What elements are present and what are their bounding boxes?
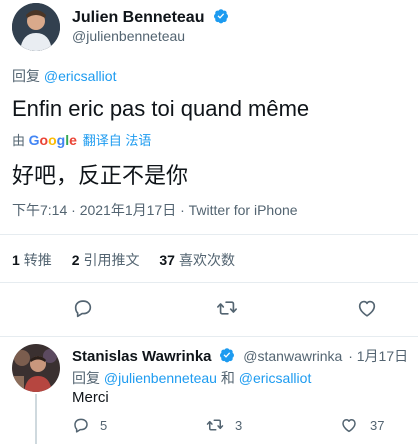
reply-to-link[interactable]: @ericsalliot	[239, 370, 312, 386]
reply-author-name[interactable]: Stanislas Wawrinka	[72, 348, 212, 365]
reply-button[interactable]	[72, 297, 94, 319]
verified-badge-icon	[213, 8, 229, 29]
retweet-icon	[206, 419, 224, 431]
verified-badge-icon	[219, 347, 235, 366]
tweet-timestamp[interactable]: 下午7:14 · 2021年1月17日 · Twitter for iPhone	[12, 200, 298, 220]
retweet-icon	[217, 301, 237, 315]
author-avatar[interactable]	[12, 3, 60, 51]
translation-label[interactable]: 翻译自 法语	[83, 133, 152, 148]
author-name[interactable]: Julien Benneteau	[72, 9, 204, 26]
reply-like-button[interactable]: 37	[340, 416, 384, 434]
like-button[interactable]	[356, 297, 378, 319]
author-handle[interactable]: @julienbenneteau	[72, 28, 185, 44]
translation-by: 由	[12, 133, 26, 148]
divider	[0, 234, 418, 235]
reply-text: Merci	[72, 389, 109, 406]
reply-retweet-button[interactable]: 3	[205, 416, 242, 434]
reply-context: 回复 @julienbenneteau 和 @ericsalliot	[72, 368, 311, 388]
retweet-button[interactable]	[215, 297, 239, 319]
stat-quotes[interactable]: 2 引用推文	[72, 252, 144, 268]
reply-and: 和	[220, 370, 235, 386]
google-logo: Google	[28, 132, 77, 148]
divider	[0, 282, 418, 283]
reply-count: 5	[100, 417, 108, 433]
reply-prefix: 回复	[72, 370, 100, 386]
stats-row: 1 转推 2 引用推文 37 喜欢次数	[12, 250, 235, 270]
like-icon	[342, 419, 356, 433]
reply-author-avatar[interactable]	[12, 344, 60, 392]
reply-icon	[74, 300, 92, 318]
like-count: 37	[370, 417, 385, 433]
reply-prefix: 回复	[12, 68, 40, 84]
reply-icon	[74, 418, 88, 433]
reply-date[interactable]: · 1月17日	[348, 348, 408, 364]
translation-attribution: 由 Google 翻译自 法语	[12, 130, 151, 148]
reply-header: Stanislas Wawrinka @stanwawrinka · 1月17日	[72, 346, 408, 366]
retweet-count: 3	[235, 417, 243, 433]
stat-retweets[interactable]: 1 转推	[12, 252, 56, 268]
divider	[0, 336, 418, 337]
like-icon	[358, 300, 376, 317]
reply-reply-button[interactable]: 5	[72, 416, 107, 434]
reply-to-link[interactable]: @julienbenneteau	[104, 370, 217, 386]
thread-line	[35, 394, 37, 444]
reply-to-link[interactable]: @ericsalliot	[44, 68, 117, 84]
reply-context: 回复 @ericsalliot	[12, 66, 116, 86]
author-name-row: Julien Benneteau	[72, 8, 229, 28]
stat-likes[interactable]: 37 喜欢次数	[159, 252, 235, 268]
tweet-text: Enfin eric pas toi quand même	[12, 96, 310, 121]
translated-text: 好吧，反正不是你	[12, 163, 189, 188]
reply-author-handle[interactable]: @stanwawrinka	[243, 348, 342, 364]
